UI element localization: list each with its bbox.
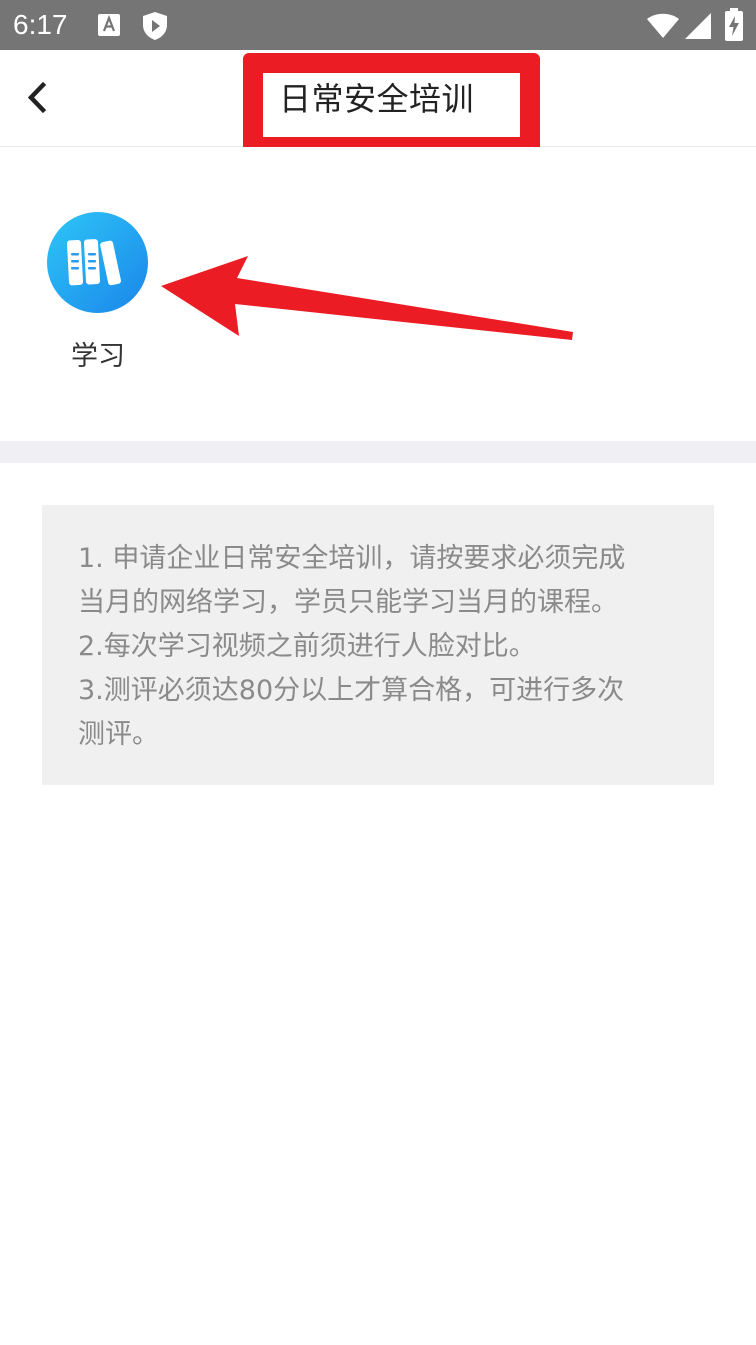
signal-icon bbox=[685, 13, 711, 39]
notice-line: 2.每次学习视频之前须进行人脸对比。 bbox=[78, 631, 536, 662]
status-time: 6:17 bbox=[13, 9, 68, 40]
notice-line: 当月的网络学习，学员只能学习当月的课程。 bbox=[78, 587, 618, 618]
books-icon bbox=[47, 212, 148, 313]
notice-line: 1. 申请企业日常安全培训，请按要求必须完成 bbox=[78, 543, 626, 574]
notice-line: 3.测评必须达80分以上才算合格，可进行多次 bbox=[78, 675, 625, 706]
font-a-icon bbox=[98, 14, 120, 36]
notice-box: 1. 申请企业日常安全培训，请按要求必须完成 当月的网络学习，学员只能学习当月的… bbox=[42, 505, 714, 785]
study-label: 学习 bbox=[71, 341, 125, 372]
annotation-arrow-icon bbox=[161, 256, 573, 340]
notice-line: 测评。 bbox=[78, 719, 159, 750]
shield-play-icon bbox=[143, 12, 167, 40]
wifi-icon bbox=[647, 13, 679, 38]
back-button[interactable] bbox=[14, 72, 62, 124]
section-divider bbox=[0, 441, 756, 463]
battery-charging-icon bbox=[725, 8, 743, 41]
status-bar: 6:17 bbox=[0, 0, 756, 50]
app-bar: 日常安全培训 bbox=[0, 50, 756, 157]
chevron-left-icon bbox=[27, 81, 47, 114]
study-entry[interactable]: 学习 bbox=[40, 209, 156, 379]
page-title: 日常安全培训 bbox=[279, 80, 475, 118]
